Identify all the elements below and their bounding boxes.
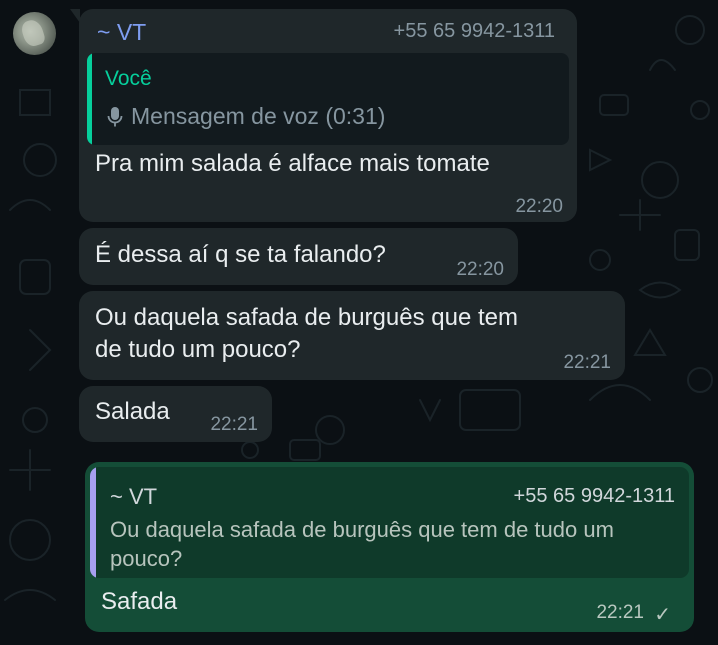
message-time: 22:21 bbox=[563, 352, 611, 373]
quoted-message[interactable]: ~ VT +55 65 9942-1311 Ou daquela safada … bbox=[90, 467, 689, 578]
message-text: Salada bbox=[95, 398, 170, 425]
avatar[interactable] bbox=[13, 12, 56, 55]
quote-author: ~ VT bbox=[110, 484, 158, 509]
quote-phone: +55 65 9942-1311 bbox=[513, 485, 675, 507]
quote-accent-bar bbox=[90, 467, 96, 578]
message-time: 22:21 bbox=[210, 414, 258, 435]
incoming-message[interactable]: É dessa aí q se ta falando? 22:20 bbox=[79, 228, 518, 285]
sender-name[interactable]: ~ VT bbox=[97, 19, 146, 46]
quoted-message[interactable]: Você Mensagem de voz (0:31) bbox=[87, 53, 569, 145]
bubble-tail bbox=[70, 9, 80, 23]
incoming-message[interactable]: Salada 22:21 bbox=[79, 386, 272, 442]
quote-text: Mensagem de voz (0:31) bbox=[131, 103, 386, 129]
message-text: Safada bbox=[101, 588, 178, 615]
message-text-line: Ou daquela safada de burguês que tem bbox=[95, 304, 518, 331]
quote-text: Ou daquela safada de burguês que tem de … bbox=[110, 517, 614, 571]
message-text: Pra mim salada é alface mais tomate bbox=[95, 150, 490, 177]
outgoing-message[interactable]: ~ VT +55 65 9942-1311 Ou daquela safada … bbox=[85, 462, 694, 632]
message-time: 22:21 bbox=[596, 602, 644, 623]
quote-content: Mensagem de voz (0:31) bbox=[107, 103, 385, 130]
sender-phone: +55 65 9942-1311 bbox=[393, 20, 555, 42]
avatar-image bbox=[19, 17, 47, 49]
microphone-icon bbox=[107, 106, 123, 126]
message-text: É dessa aí q se ta falando? bbox=[95, 241, 386, 268]
incoming-message[interactable]: ~ VT +55 65 9942-1311 Você Mensagem de v… bbox=[70, 9, 577, 222]
message-time: 22:20 bbox=[456, 259, 504, 280]
message-text-line: de tudo um pouco? bbox=[95, 336, 301, 363]
quote-author: Você bbox=[105, 67, 152, 90]
quote-accent-bar bbox=[87, 53, 92, 145]
check-icon: ✓ bbox=[654, 604, 671, 626]
message-time: 22:20 bbox=[515, 196, 563, 217]
incoming-message[interactable]: Ou daquela safada de burguês que tem de … bbox=[79, 291, 625, 380]
